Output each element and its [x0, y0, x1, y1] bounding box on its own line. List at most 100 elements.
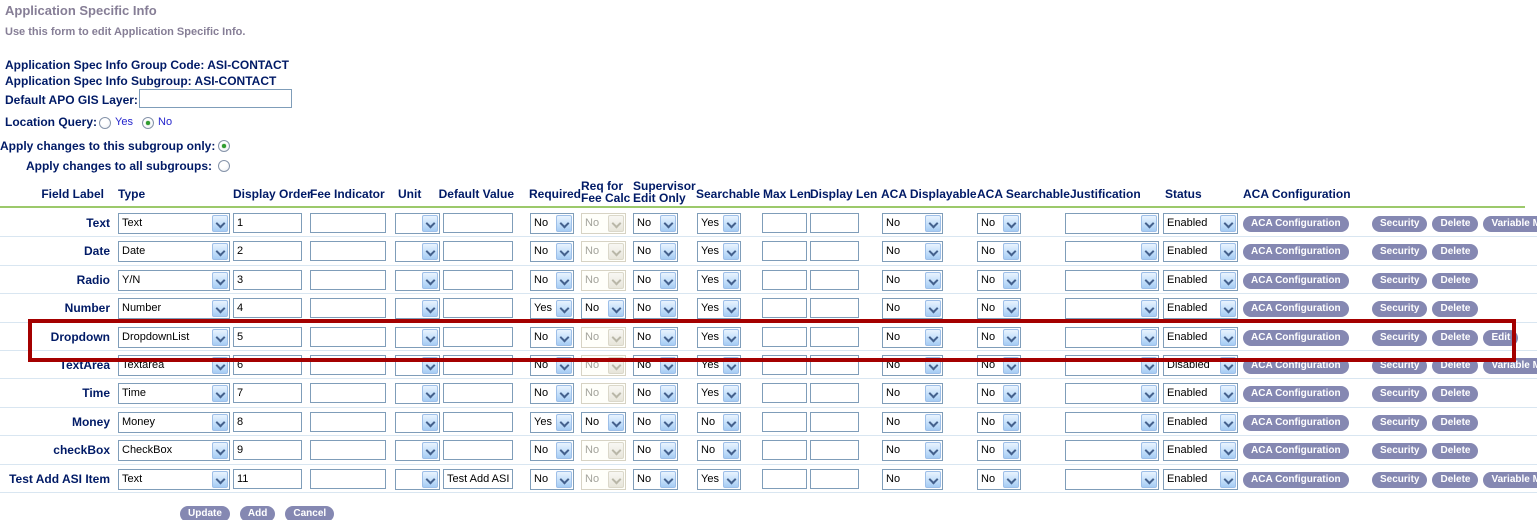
default-value-input[interactable] [443, 270, 513, 290]
type-select[interactable]: Text [118, 469, 230, 490]
aca-searchable-select[interactable]: No [977, 469, 1021, 490]
display-order-input[interactable] [233, 383, 302, 403]
security-button[interactable]: Security [1372, 443, 1427, 459]
type-select[interactable]: Number [118, 298, 230, 319]
max-len-input[interactable] [762, 327, 807, 347]
type-select[interactable]: Money [118, 412, 230, 433]
aca-searchable-select[interactable]: No [977, 270, 1021, 291]
display-len-input[interactable] [810, 355, 859, 375]
justification-select[interactable] [1065, 412, 1159, 433]
aca-searchable-select[interactable]: No [977, 298, 1021, 319]
aca-displayable-select[interactable]: No [882, 213, 943, 234]
default-value-input[interactable] [443, 327, 513, 347]
fee-indicator-input[interactable] [310, 469, 386, 489]
max-len-input[interactable] [762, 355, 807, 375]
location-no-radio[interactable] [142, 117, 154, 129]
delete-button[interactable]: Delete [1432, 358, 1478, 374]
default-value-input[interactable] [443, 440, 513, 460]
unit-select[interactable] [395, 383, 440, 404]
delete-button[interactable]: Delete [1432, 216, 1478, 232]
max-len-input[interactable] [762, 298, 807, 318]
req-fee-calc-select[interactable]: No [581, 270, 626, 291]
aca-displayable-select[interactable]: No [882, 469, 943, 490]
display-len-input[interactable] [810, 327, 859, 347]
max-len-input[interactable] [762, 469, 807, 489]
status-select[interactable]: Enabled [1163, 327, 1238, 348]
delete-button[interactable]: Delete [1432, 415, 1478, 431]
aca-searchable-select[interactable]: No [977, 327, 1021, 348]
unit-select[interactable] [395, 270, 440, 291]
aca-configuration-button[interactable]: ACA Configuration [1243, 330, 1349, 346]
searchable-select[interactable]: Yes [697, 383, 741, 404]
searchable-select[interactable]: Yes [697, 298, 741, 319]
req-fee-calc-select[interactable]: No [581, 355, 626, 376]
display-len-input[interactable] [810, 241, 859, 261]
searchable-select[interactable]: Yes [697, 270, 741, 291]
aca-displayable-select[interactable]: No [882, 298, 943, 319]
status-select[interactable]: Enabled [1163, 440, 1238, 461]
location-yes-radio[interactable] [99, 117, 111, 129]
supervisor-edit-only-select[interactable]: No [633, 469, 678, 490]
default-value-input[interactable] [443, 298, 513, 318]
max-len-input[interactable] [762, 270, 807, 290]
aca-configuration-button[interactable]: ACA Configuration [1243, 472, 1349, 488]
display-order-input[interactable] [233, 412, 302, 432]
aca-displayable-select[interactable]: No [882, 383, 943, 404]
aca-displayable-select[interactable]: No [882, 355, 943, 376]
default-value-input[interactable] [443, 383, 513, 403]
supervisor-edit-only-select[interactable]: No [633, 298, 678, 319]
max-len-input[interactable] [762, 383, 807, 403]
required-select[interactable]: No [530, 327, 574, 348]
unit-select[interactable] [395, 213, 440, 234]
aca-configuration-button[interactable]: ACA Configuration [1243, 358, 1349, 374]
required-select[interactable]: No [530, 469, 574, 490]
max-len-input[interactable] [762, 412, 807, 432]
default-value-input[interactable] [443, 213, 513, 233]
delete-button[interactable]: Delete [1432, 386, 1478, 402]
add-button[interactable]: Add [240, 506, 275, 520]
display-len-input[interactable] [810, 440, 859, 460]
required-select[interactable]: No [530, 440, 574, 461]
unit-select[interactable] [395, 355, 440, 376]
supervisor-edit-only-select[interactable]: No [633, 327, 678, 348]
delete-button[interactable]: Delete [1432, 273, 1478, 289]
aca-searchable-select[interactable]: No [977, 412, 1021, 433]
aca-searchable-select[interactable]: No [977, 241, 1021, 262]
required-select[interactable]: Yes [530, 298, 574, 319]
apply-subgroup-only-radio[interactable] [218, 140, 230, 152]
display-order-input[interactable] [233, 440, 302, 460]
supervisor-edit-only-select[interactable]: No [633, 440, 678, 461]
fee-indicator-input[interactable] [310, 412, 386, 432]
aca-configuration-button[interactable]: ACA Configuration [1243, 273, 1349, 289]
security-button[interactable]: Security [1372, 358, 1427, 374]
justification-select[interactable] [1065, 298, 1159, 319]
req-fee-calc-select[interactable]: No [581, 213, 626, 234]
max-len-input[interactable] [762, 440, 807, 460]
aca-displayable-select[interactable]: No [882, 270, 943, 291]
aca-configuration-button[interactable]: ACA Configuration [1243, 443, 1349, 459]
justification-select[interactable] [1065, 383, 1159, 404]
required-select[interactable]: No [530, 355, 574, 376]
display-len-input[interactable] [810, 383, 859, 403]
status-select[interactable]: Enabled [1163, 412, 1238, 433]
supervisor-edit-only-select[interactable]: No [633, 383, 678, 404]
unit-select[interactable] [395, 241, 440, 262]
searchable-select[interactable]: Yes [697, 327, 741, 348]
req-fee-calc-select[interactable]: No [581, 298, 626, 319]
variable-mapping-button[interactable]: Variable Mapping [1483, 472, 1537, 488]
status-select[interactable]: Enabled [1163, 469, 1238, 490]
required-select[interactable]: No [530, 383, 574, 404]
required-select[interactable]: Yes [530, 412, 574, 433]
required-select[interactable]: No [530, 213, 574, 234]
justification-select[interactable] [1065, 440, 1159, 461]
req-fee-calc-select[interactable]: No [581, 383, 626, 404]
aca-configuration-button[interactable]: ACA Configuration [1243, 244, 1349, 260]
type-select[interactable]: Time [118, 383, 230, 404]
supervisor-edit-only-select[interactable]: No [633, 213, 678, 234]
security-button[interactable]: Security [1372, 386, 1427, 402]
searchable-select[interactable]: Yes [697, 241, 741, 262]
aca-searchable-select[interactable]: No [977, 213, 1021, 234]
aca-searchable-select[interactable]: No [977, 355, 1021, 376]
security-button[interactable]: Security [1372, 273, 1427, 289]
required-select[interactable]: No [530, 270, 574, 291]
